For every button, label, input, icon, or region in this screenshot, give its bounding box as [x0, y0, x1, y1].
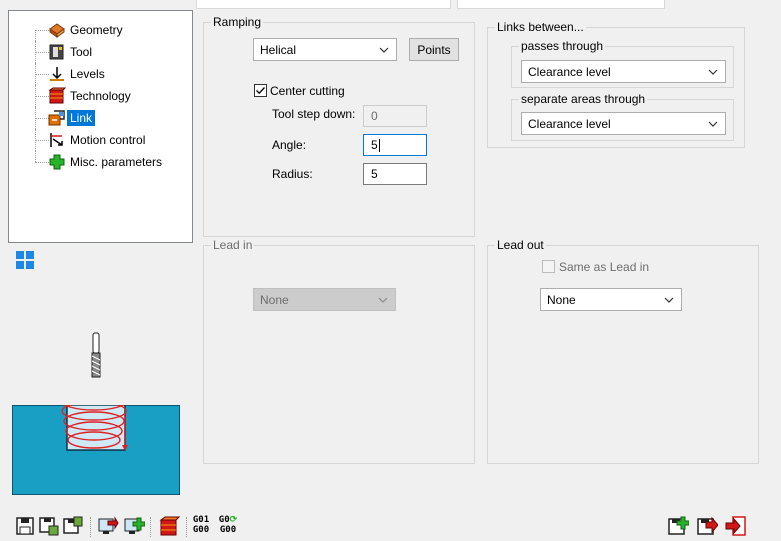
load-template-icon[interactable]: [62, 515, 84, 537]
ramping-mode-dropdown[interactable]: Helical: [253, 38, 397, 61]
helical-ramp-preview: [12, 405, 180, 495]
chevron-down-icon: [379, 47, 389, 53]
tree-item-label: Link: [67, 110, 96, 126]
separate-areas-value: Clearance level: [528, 116, 611, 131]
export-parameters-icon[interactable]: [97, 515, 119, 537]
points-button[interactable]: Points: [409, 38, 459, 61]
tree-item-label: Geometry: [70, 23, 123, 37]
radius-value: 5: [371, 167, 378, 181]
technology-database-icon[interactable]: [158, 515, 180, 537]
tool-step-down-field[interactable]: 0: [363, 105, 427, 127]
technology-icon: [48, 87, 66, 104]
toolbar-separator: [186, 517, 187, 537]
chevron-down-icon: [378, 297, 388, 303]
lead-out-value: None: [547, 292, 576, 307]
passes-through-dropdown[interactable]: Clearance level: [521, 60, 726, 83]
chevron-down-icon: [708, 121, 718, 127]
tree-item-label: Tool: [70, 45, 93, 59]
motion-control-icon: [50, 133, 63, 147]
checkmark-icon: [256, 87, 265, 95]
tool-step-down-label: Tool step down:: [272, 107, 356, 121]
save-template-icon[interactable]: [38, 515, 60, 537]
points-button-label: Points: [417, 42, 451, 57]
lead-out-dropdown[interactable]: None: [540, 288, 682, 311]
parameter-tree[interactable]: Geometry Tool Levels Technology Link Mot…: [8, 10, 193, 243]
lead-in-dropdown[interactable]: None: [253, 288, 396, 311]
angle-field[interactable]: 5: [363, 134, 427, 156]
toolbar-separator: [150, 517, 151, 537]
tree-item-label: Levels: [70, 67, 105, 81]
tool-step-down-value: 0: [371, 109, 378, 123]
links-between-title: Links between...: [495, 20, 586, 34]
same-as-lead-in-label: Same as Lead in: [559, 260, 650, 274]
center-cutting-checkbox[interactable]: [254, 84, 267, 97]
angle-label: Angle:: [272, 138, 307, 152]
import-parameters-icon[interactable]: [123, 515, 145, 537]
exit-icon[interactable]: [725, 515, 747, 537]
separate-areas-dropdown[interactable]: Clearance level: [521, 112, 726, 135]
geometry-icon: [49, 23, 65, 38]
gcode-label-bottom: G00: [219, 525, 237, 535]
text-cursor: [378, 138, 380, 152]
save-icon[interactable]: [14, 515, 36, 537]
add-operation-icon[interactable]: [667, 515, 689, 537]
tree-item-label: Misc. parameters: [70, 155, 163, 169]
gcode-simulation-button[interactable]: G01 G00: [190, 515, 212, 535]
lead-in-group: Lead in: [203, 238, 475, 464]
lead-out-group: Lead out: [487, 238, 759, 464]
refresh-icon: ⟳: [229, 515, 238, 525]
gcode-label-top: G01: [192, 515, 210, 525]
ramping-title: Ramping: [211, 15, 264, 29]
passes-through-value: Clearance level: [528, 64, 611, 79]
grid-view-icon[interactable]: [16, 251, 34, 269]
tab-remnant: [457, 0, 665, 9]
radius-field[interactable]: 5: [363, 163, 427, 185]
ramping-mode-value: Helical: [260, 42, 297, 57]
lead-in-title: Lead in: [211, 238, 255, 252]
chevron-down-icon: [708, 69, 718, 75]
separate-areas-title: separate areas through: [519, 92, 648, 106]
gcode-label-top: G0: [218, 515, 230, 525]
same-as-lead-in-checkbox[interactable]: [542, 260, 555, 273]
angle-value: 5: [371, 138, 378, 152]
tree-item-motion-control[interactable]: Motion control: [9, 129, 189, 151]
bottom-toolbar: G01 G00 G0⟳ G00: [0, 505, 781, 541]
tree-item-label: Technology: [70, 89, 131, 103]
gcode-recalculate-button[interactable]: G0⟳ G00: [215, 515, 241, 535]
tab-remnant: [196, 0, 451, 9]
top-tab-strip: [196, 0, 781, 10]
passes-through-title: passes through: [519, 39, 606, 53]
tool-icon: [49, 44, 64, 60]
tree-item-technology[interactable]: Technology: [9, 85, 189, 107]
lead-in-value: None: [260, 292, 289, 307]
tree-item-geometry[interactable]: Geometry: [9, 19, 189, 41]
tree-item-tool[interactable]: Tool: [9, 41, 189, 63]
lead-out-title: Lead out: [495, 238, 546, 252]
levels-icon: [50, 67, 64, 81]
radius-label: Radius:: [272, 167, 313, 181]
tree-item-levels[interactable]: Levels: [9, 63, 189, 85]
toolbar-separator: [90, 517, 91, 537]
center-cutting-label: Center cutting: [270, 84, 345, 98]
tree-item-link[interactable]: Link: [9, 107, 189, 129]
save-and-exit-icon[interactable]: [696, 515, 718, 537]
tree-item-misc-parameters[interactable]: Misc. parameters: [9, 151, 189, 173]
plus-icon: [49, 154, 65, 170]
tool-bit-icon: [91, 332, 101, 378]
gcode-label-bottom: G00: [192, 525, 210, 535]
tree-item-label: Motion control: [70, 133, 146, 147]
chevron-down-icon: [664, 297, 674, 303]
link-icon: [48, 110, 65, 126]
